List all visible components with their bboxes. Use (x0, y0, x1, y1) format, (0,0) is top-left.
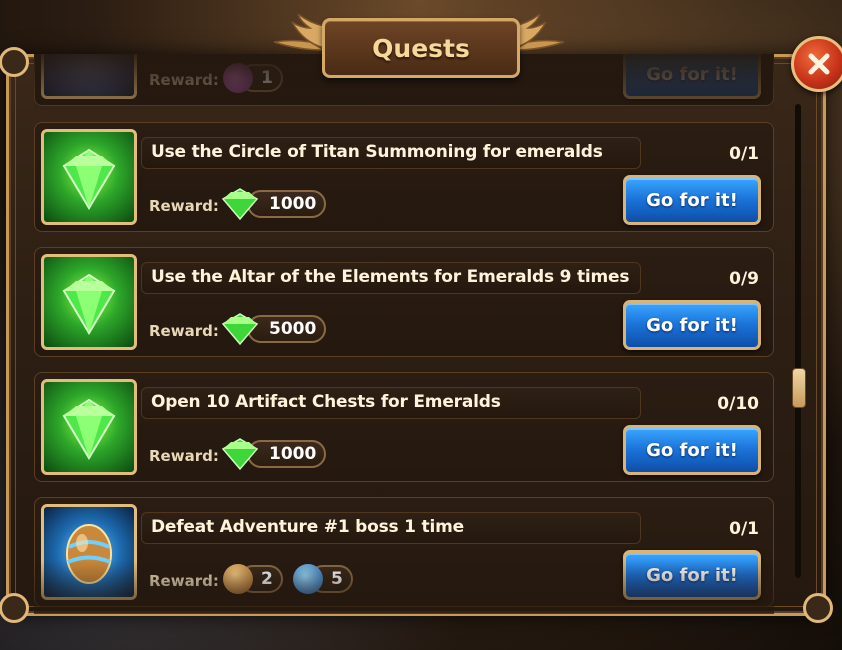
go-for-it-button[interactable]: Go for it! (623, 175, 761, 225)
go-for-it-button[interactable]: Go for it! (623, 550, 761, 600)
quest-row: Use the Circle of Titan Summoning for em… (34, 122, 774, 232)
go-for-it-button[interactable]: Go for it! (623, 54, 761, 99)
quest-row: Open 10 Artifact Chests for Emeralds 0/1… (34, 372, 774, 482)
scrollbar-thumb[interactable] (792, 368, 806, 408)
reward-item: 1 (223, 63, 283, 93)
emerald-icon (221, 313, 259, 346)
golden-egg-icon (41, 504, 137, 600)
title-plaque: Quests (322, 18, 520, 78)
reward-item: 5 (293, 564, 353, 594)
reward-label: Reward: (149, 197, 219, 215)
quest-title: Open 10 Artifact Chests for Emeralds (151, 392, 501, 412)
emerald-icon (41, 129, 137, 225)
quest-row: Use the Altar of the Elements for Emeral… (34, 247, 774, 357)
quests-screen: Quests Reward: 1 Go for it! Use the Circ… (0, 0, 842, 650)
scrollbar-track[interactable] (795, 104, 801, 578)
emerald-icon (41, 379, 137, 475)
emerald-icon (221, 438, 259, 471)
reward-item: 1000 (219, 438, 327, 471)
reward-label: Reward: (149, 71, 219, 89)
go-for-it-button[interactable]: Go for it! (623, 300, 761, 350)
quest-title: Use the Altar of the Elements for Emeral… (151, 267, 630, 287)
golden-egg-icon (66, 524, 112, 584)
close-x-icon (808, 53, 830, 75)
quest-progress: 0/10 (717, 394, 759, 414)
quest-row: Defeat Adventure #1 boss 1 time 0/1 Rewa… (34, 497, 774, 607)
emerald-gem-icon (62, 398, 116, 460)
left-wing-ornament-icon (273, 14, 326, 51)
quest-progress: 0/1 (729, 519, 759, 539)
quest-progress: 0/9 (729, 269, 759, 289)
reward-label: Reward: (149, 572, 219, 590)
frame-corner-ornament (0, 47, 29, 77)
reward-label: Reward: (149, 322, 219, 340)
reward-item: 2 (223, 564, 283, 594)
frame-corner-ornament (0, 593, 29, 623)
emerald-icon (221, 188, 259, 221)
frame-corner-ornament (803, 593, 833, 623)
adventure-token-icon (41, 54, 137, 99)
emerald-gem-icon (62, 273, 116, 335)
go-for-it-button[interactable]: Go for it! (623, 425, 761, 475)
quest-list[interactable]: Reward: 1 Go for it! Use the Circle of T… (34, 54, 774, 610)
blue-swirl-orb-icon (293, 564, 323, 594)
orb-icon (223, 63, 253, 93)
reward-item: 1000 (219, 188, 327, 221)
page-title: Quests (372, 33, 470, 63)
emerald-icon (41, 254, 137, 350)
close-button[interactable] (791, 36, 842, 92)
reward-item: 5000 (219, 313, 327, 346)
right-wing-ornament-icon (512, 14, 565, 51)
reward-label: Reward: (149, 447, 219, 465)
golden-egg-icon (223, 564, 253, 594)
quest-title: Use the Circle of Titan Summoning for em… (151, 142, 603, 162)
quest-progress: 0/1 (729, 144, 759, 164)
emerald-gem-icon (62, 148, 116, 210)
quest-title: Defeat Adventure #1 boss 1 time (151, 517, 464, 537)
